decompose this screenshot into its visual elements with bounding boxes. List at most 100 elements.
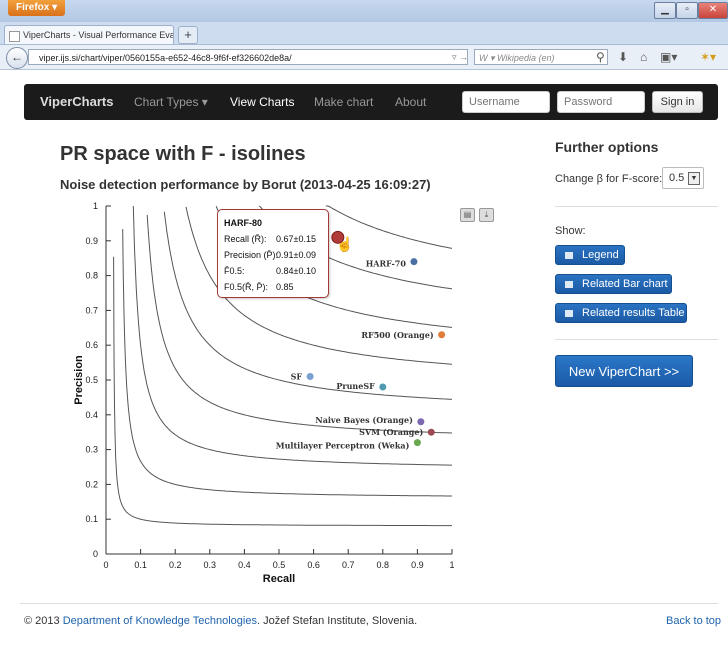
point-label: Naive Bayes (Orange) bbox=[315, 415, 413, 425]
download-icon[interactable]: ⤓ bbox=[479, 208, 494, 222]
data-point bbox=[438, 331, 446, 339]
x-tick-label: 0.2 bbox=[169, 560, 182, 570]
y-tick-label: 1 bbox=[93, 201, 98, 211]
related-results-table-button[interactable]: Related results Table bbox=[555, 303, 687, 323]
data-point bbox=[379, 383, 387, 391]
y-tick-label: 0.7 bbox=[85, 305, 98, 315]
x-tick-label: 0.1 bbox=[134, 560, 147, 570]
x-tick-label: 0.4 bbox=[238, 560, 251, 570]
addon-icon[interactable]: ✶▾ bbox=[700, 50, 716, 64]
back-arrow-icon[interactable]: ← bbox=[6, 47, 28, 69]
point-label: PruneSF bbox=[336, 381, 375, 391]
x-tick-label: 0.5 bbox=[273, 560, 286, 570]
minimize-icon[interactable]: ▁ bbox=[654, 2, 676, 19]
legend-button[interactable]: Legend bbox=[555, 245, 625, 265]
bar-chart-button-label: Related Bar chart bbox=[582, 278, 668, 290]
username-input[interactable] bbox=[462, 91, 550, 113]
password-input[interactable] bbox=[557, 91, 645, 113]
search-placeholder: W ▾ Wikipedia (en) bbox=[479, 53, 555, 63]
y-tick-label: 0.2 bbox=[85, 479, 98, 489]
y-tick-label: 0 bbox=[93, 549, 98, 559]
tab-title: ViperCharts - Visual Performance Evalua.… bbox=[23, 30, 173, 40]
nav-chart-types[interactable]: Chart Types ▾ bbox=[134, 84, 208, 120]
dropdown-arrow-icon[interactable]: ▼ bbox=[688, 172, 700, 185]
x-tick-label: 0 bbox=[103, 560, 108, 570]
back-to-top-link[interactable]: Back to top bbox=[666, 615, 721, 627]
x-axis-label: Recall bbox=[263, 573, 295, 585]
x-tick-label: 0.6 bbox=[307, 560, 320, 570]
hand-cursor-icon: ☝ bbox=[336, 236, 354, 252]
show-label: Show: bbox=[555, 225, 586, 237]
beta-label: Change β for F-score: bbox=[555, 173, 663, 185]
x-tick-label: 0.9 bbox=[411, 560, 424, 570]
footer-divider bbox=[20, 603, 718, 604]
further-options-title: Further options bbox=[555, 139, 659, 155]
tooltip-f-value: 0.84±0.10 bbox=[276, 266, 316, 276]
data-point bbox=[306, 373, 314, 381]
home-icon[interactable]: ⌂ bbox=[640, 50, 647, 64]
close-window-icon[interactable]: ✕ bbox=[698, 2, 728, 19]
url-bar[interactable]: viper.ijs.si/chart/viper/0560155a-e652-4… bbox=[28, 49, 468, 65]
tooltip-recall-value: 0.67±0.15 bbox=[276, 234, 316, 244]
y-tick-label: 0.6 bbox=[85, 340, 98, 350]
y-tick-label: 0.4 bbox=[85, 410, 98, 420]
maximize-icon[interactable]: ▫ bbox=[676, 2, 698, 19]
download-arrow-icon[interactable]: ⬇ bbox=[618, 50, 628, 64]
nav-view-charts[interactable]: View Charts bbox=[230, 84, 294, 120]
magnifier-icon[interactable]: ⚲ bbox=[596, 50, 605, 64]
square-icon bbox=[565, 281, 573, 288]
data-point bbox=[413, 439, 421, 447]
square-icon bbox=[565, 310, 573, 317]
data-point bbox=[417, 418, 425, 426]
tooltip-recall-label: Recall (R̄): bbox=[224, 234, 267, 244]
page-favicon-icon bbox=[9, 31, 20, 42]
point-label: Multilayer Perceptron (Weka) bbox=[276, 441, 410, 451]
y-tick-label: 0.3 bbox=[85, 445, 98, 455]
chart-subtitle: Noise detection performance by Borut (20… bbox=[60, 177, 431, 192]
data-point bbox=[427, 428, 435, 436]
tooltip-f-label: F̄0.5: bbox=[224, 266, 245, 276]
new-viperchart-button[interactable]: New ViperChart >> bbox=[555, 355, 693, 387]
square-icon bbox=[565, 252, 573, 259]
search-input[interactable]: W ▾ Wikipedia (en) bbox=[474, 49, 608, 65]
y-tick-label: 0.5 bbox=[85, 375, 98, 385]
x-tick-label: 0.3 bbox=[204, 560, 217, 570]
new-tab-plus-icon[interactable]: + bbox=[178, 26, 198, 44]
point-label: SF bbox=[291, 372, 303, 382]
results-table-button-label: Related results Table bbox=[582, 307, 685, 319]
point-tooltip: HARF-80 Recall (R̄): 0.67±0.15 Precision … bbox=[217, 209, 329, 298]
legend-button-label: Legend bbox=[582, 249, 619, 261]
x-tick-label: 0.7 bbox=[342, 560, 355, 570]
sidebar-divider bbox=[555, 206, 718, 207]
related-bar-chart-button[interactable]: Related Bar chart bbox=[555, 274, 672, 294]
tooltip-precision-value: 0.91±0.09 bbox=[276, 250, 316, 260]
footer-text: © 2013 Department of Knowledge Technolog… bbox=[24, 615, 417, 627]
go-arrow-icon[interactable]: ▿ → bbox=[452, 49, 468, 65]
nav-make-chart[interactable]: Make chart bbox=[314, 84, 373, 120]
firefox-menu-button[interactable]: Firefox ▾ bbox=[8, 0, 66, 16]
data-point bbox=[410, 258, 418, 266]
y-tick-label: 0.8 bbox=[85, 271, 98, 281]
x-tick-label: 0.8 bbox=[377, 560, 390, 570]
tab-viperchart[interactable]: ViperCharts - Visual Performance Evalua.… bbox=[4, 25, 174, 44]
y-axis-label: Precision bbox=[73, 355, 85, 405]
tooltip-precision-label: Precision (P̄): bbox=[224, 250, 279, 260]
point-label: HARF-70 bbox=[366, 259, 407, 269]
page-title: PR space with F - isolines bbox=[60, 143, 306, 165]
sign-in-button[interactable]: Sign in bbox=[652, 91, 703, 113]
copyright: © 2013 bbox=[24, 615, 60, 627]
y-tick-label: 0.9 bbox=[85, 236, 98, 246]
tooltip-f2-value: 0.85 bbox=[276, 282, 294, 292]
url-text: viper.ijs.si/chart/viper/0560155a-e652-4… bbox=[39, 53, 292, 63]
print-icon[interactable]: ▤ bbox=[460, 208, 475, 222]
nav-about[interactable]: About bbox=[395, 84, 426, 120]
point-label: RF500 (Orange) bbox=[361, 330, 433, 340]
tooltip-f2-label: F0.5(R̄, P̄): bbox=[224, 282, 269, 292]
brand-link[interactable]: ViperCharts bbox=[40, 84, 113, 120]
institute-text: . Jožef Stefan Institute, Slovenia. bbox=[256, 615, 418, 627]
department-link[interactable]: Department of Knowledge Technologies bbox=[63, 615, 257, 627]
browser-titlebar bbox=[0, 0, 728, 23]
tooltip-title: HARF-80 bbox=[224, 218, 263, 228]
bookmarks-icon[interactable]: ▣▾ bbox=[660, 50, 677, 64]
y-tick-label: 0.1 bbox=[85, 514, 98, 524]
